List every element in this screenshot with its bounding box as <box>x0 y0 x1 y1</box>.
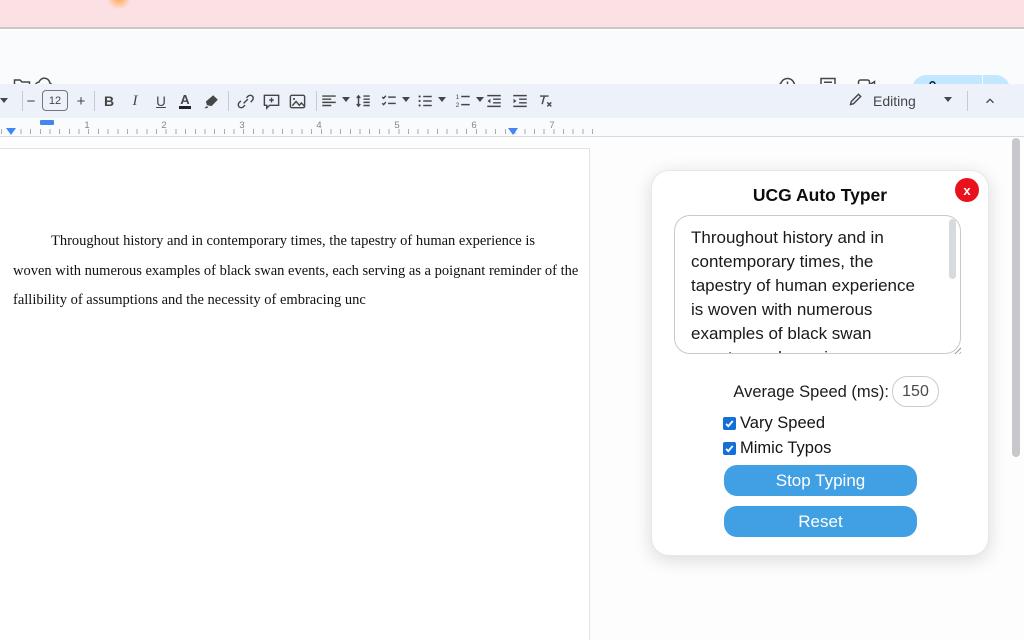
vary-speed-row[interactable]: Vary Speed <box>723 414 825 433</box>
pencil-icon <box>848 91 864 112</box>
increase-indent-button[interactable] <box>509 89 531 113</box>
notification-glow <box>108 0 130 10</box>
font-size-input[interactable]: 12 <box>42 90 68 111</box>
styles-caret-icon[interactable] <box>0 98 8 103</box>
left-indent-marker[interactable] <box>6 128 16 135</box>
text-color-label: A <box>179 93 190 109</box>
numbered-list-button[interactable]: 1 2 <box>452 89 474 113</box>
docs-header: Share <box>0 31 1024 84</box>
ruler-number: 3 <box>239 120 244 131</box>
ruler-number: 1 <box>84 120 89 131</box>
bulleted-list-caret-icon[interactable] <box>438 97 446 102</box>
document-line: Throughout history and in contemporary t… <box>13 227 533 257</box>
checklist-button[interactable] <box>378 89 400 113</box>
separator <box>967 91 968 111</box>
underline-button[interactable]: U <box>148 89 174 113</box>
separator <box>228 91 229 111</box>
align-left-button[interactable] <box>318 89 340 113</box>
line-spacing-button[interactable] <box>352 89 374 113</box>
vary-speed-label: Vary Speed <box>740 414 825 433</box>
document-page[interactable]: Throughout history and in contemporary t… <box>0 148 590 640</box>
ruler-ticks <box>1 129 593 134</box>
browser-strip <box>0 0 1024 29</box>
reset-button[interactable]: Reset <box>724 506 917 537</box>
bulleted-list-button[interactable] <box>414 89 436 113</box>
italic-button[interactable]: I <box>122 89 148 113</box>
separator <box>316 91 317 111</box>
speed-input[interactable] <box>892 376 939 407</box>
first-line-indent-marker[interactable] <box>40 120 54 125</box>
add-comment-button[interactable] <box>258 89 284 113</box>
insert-link-button[interactable] <box>232 89 258 113</box>
font-size-increase-button[interactable]: + <box>68 89 94 113</box>
highlight-color-button[interactable] <box>198 89 224 113</box>
ruler-number: 2 <box>161 120 166 131</box>
align-caret-icon[interactable] <box>342 97 350 102</box>
collapse-toolbar-button[interactable] <box>978 89 1002 113</box>
separator <box>94 91 95 111</box>
ruler-number: 5 <box>394 120 399 131</box>
svg-text:2: 2 <box>456 102 460 109</box>
svg-text:1: 1 <box>456 94 460 101</box>
font-size-decrease-button[interactable]: − <box>18 89 44 113</box>
right-indent-marker[interactable] <box>508 128 518 135</box>
stop-typing-button[interactable]: Stop Typing <box>724 465 917 496</box>
typer-textarea[interactable]: Throughout history and in contemporary t… <box>674 215 961 354</box>
document-text: Throughout history and in contemporary t… <box>13 227 533 316</box>
speed-label: Average Speed (ms): <box>712 383 889 402</box>
checklist-caret-icon[interactable] <box>402 97 410 102</box>
ruler-number: 6 <box>471 120 476 131</box>
bold-button[interactable]: B <box>96 89 122 113</box>
mimic-typos-label: Mimic Typos <box>740 439 831 458</box>
ruler: 1 2 3 4 5 6 7 <box>0 118 1024 137</box>
mimic-typos-row[interactable]: Mimic Typos <box>723 439 831 458</box>
decrease-indent-button[interactable] <box>483 89 505 113</box>
insert-image-button[interactable] <box>284 89 310 113</box>
panel-title: UCG Auto Typer <box>652 185 988 206</box>
docs-toolbar: − 12 + B I U A <box>0 84 1024 118</box>
ruler-number: 7 <box>549 120 554 131</box>
mode-label: Editing <box>873 93 916 109</box>
page-scrollbar[interactable] <box>1012 138 1020 457</box>
vary-speed-checkbox[interactable] <box>723 417 736 430</box>
document-line: fallibility of assumptions and the neces… <box>13 286 533 316</box>
mode-caret-icon[interactable] <box>944 97 952 102</box>
close-button[interactable]: x <box>955 178 979 202</box>
ruler-number: 4 <box>316 120 321 131</box>
document-line: woven with numerous examples of black sw… <box>13 257 533 287</box>
mode-selector[interactable]: Editing <box>848 89 916 113</box>
text-color-button[interactable]: A <box>172 89 198 113</box>
mimic-typos-checkbox[interactable] <box>723 442 736 455</box>
auto-typer-panel: UCG Auto Typer x Throughout history and … <box>651 170 989 556</box>
clear-formatting-button[interactable] <box>534 89 556 113</box>
